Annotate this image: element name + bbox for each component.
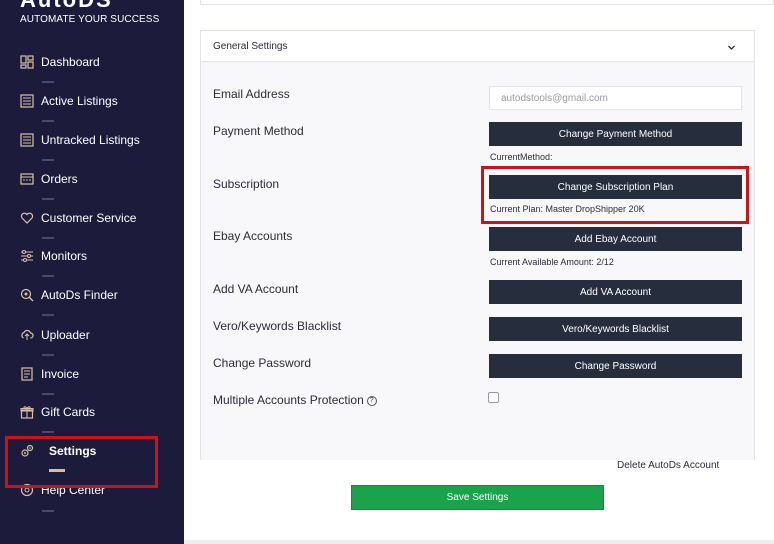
nav-separator — [42, 314, 54, 316]
sidebar-item-label: Invoice — [41, 367, 80, 381]
sidebar-item-label: Orders — [41, 172, 78, 186]
sidebar-item-label: Dashboard — [41, 55, 100, 69]
sidebar-item-label: Uploader — [41, 328, 90, 342]
invoice-icon — [20, 367, 34, 381]
list-icon — [20, 94, 34, 108]
delete-account-link[interactable]: Delete AutoDs Account — [617, 460, 719, 471]
subscription-label: Subscription — [213, 177, 280, 191]
add-va-account-button[interactable]: Add VA Account — [489, 280, 742, 304]
heart-icon — [20, 211, 34, 225]
card-header[interactable]: General Settings — [201, 31, 754, 62]
chevron-down-icon[interactable] — [727, 43, 736, 52]
sidebar-item-label: Customer Service — [41, 211, 137, 225]
vero-blacklist-button[interactable]: Vero/Keywords Blacklist — [489, 317, 742, 341]
gift-icon — [20, 405, 34, 419]
change-payment-method-button[interactable]: Change Payment Method — [489, 122, 742, 146]
sidebar-item-customer-service[interactable]: Customer Service — [20, 207, 170, 229]
ebay-accounts-label: Ebay Accounts — [213, 229, 293, 243]
nav-separator — [42, 159, 54, 161]
sidebar-item-label: Gift Cards — [41, 405, 96, 419]
sidebar-item-active-listings[interactable]: Active Listings — [20, 90, 170, 112]
card-title: General Settings — [213, 41, 288, 52]
sidebar-item-label: AutoDs Finder — [41, 288, 118, 302]
sidebar-item-invoice[interactable]: Invoice — [20, 363, 170, 385]
add-ebay-account-button[interactable]: Add Ebay Account — [489, 227, 742, 251]
upload-icon — [20, 328, 34, 342]
sidebar-item-monitors[interactable]: Monitors — [20, 245, 170, 267]
current-method-text: CurrentMethod: — [490, 152, 553, 162]
top-card-edge — [200, 0, 774, 5]
nav-separator — [42, 275, 54, 277]
sidebar-item-uploader[interactable]: Uploader — [20, 324, 170, 346]
vero-blacklist-label: Vero/Keywords Blacklist — [213, 319, 342, 333]
settings-body: Email Address autodstools@gmail.com Paym… — [201, 62, 754, 471]
subscription-highlight-box — [481, 166, 749, 224]
question-icon[interactable]: ? — [366, 395, 377, 406]
dashboard-icon — [20, 55, 34, 69]
nav-separator — [42, 237, 54, 239]
protection-label-text: Multiple Accounts Protection — [213, 393, 364, 407]
nav-separator — [42, 510, 54, 512]
payment-method-label: Payment Method — [213, 124, 304, 138]
nav-separator — [42, 120, 54, 122]
orders-icon — [20, 172, 34, 186]
sidebar-item-autods-finder[interactable]: AutoDs Finder — [20, 284, 170, 306]
sidebar-item-label: Untracked Listings — [41, 133, 140, 147]
settings-highlight-box — [5, 436, 158, 488]
sidebar-item-label: Active Listings — [41, 94, 118, 108]
sidebar-item-dashboard[interactable]: Dashboard — [20, 51, 170, 73]
app-logo: AutoDS — [20, 0, 113, 11]
list-icon — [20, 133, 34, 147]
nav-separator — [42, 354, 54, 356]
nav-separator — [42, 81, 54, 83]
sidebar-item-label: Monitors — [41, 249, 88, 263]
multiple-accounts-protection-checkbox[interactable] — [488, 392, 499, 403]
bottom-strip — [184, 540, 774, 544]
sidebar-item-untracked-listings[interactable]: Untracked Listings — [20, 129, 170, 151]
app-tagline: AUTOMATE YOUR SUCCESS — [20, 14, 160, 25]
add-va-account-label: Add VA Account — [213, 282, 299, 296]
sidebar-item-gift-cards[interactable]: Gift Cards — [20, 401, 170, 423]
sliders-icon — [20, 249, 34, 263]
finder-icon — [20, 288, 34, 302]
multiple-accounts-protection-label: Multiple Accounts Protection? — [213, 393, 377, 407]
general-settings-card: General Settings Email Address autodstoo… — [200, 30, 755, 471]
available-amount-text: Current Available Amount: 2/12 — [490, 257, 614, 267]
sidebar-item-orders[interactable]: Orders — [20, 168, 170, 190]
nav-separator — [42, 431, 54, 433]
email-label: Email Address — [213, 87, 290, 101]
save-settings-button[interactable]: Save Settings — [351, 485, 604, 510]
sidebar: AutoDS AUTOMATE YOUR SUCCESS Dashboard A… — [0, 0, 184, 544]
change-password-button[interactable]: Change Password — [489, 354, 742, 378]
email-field[interactable]: autodstools@gmail.com — [489, 86, 742, 110]
nav-separator — [42, 393, 54, 395]
nav-separator — [42, 198, 54, 200]
change-password-label: Change Password — [213, 356, 312, 370]
